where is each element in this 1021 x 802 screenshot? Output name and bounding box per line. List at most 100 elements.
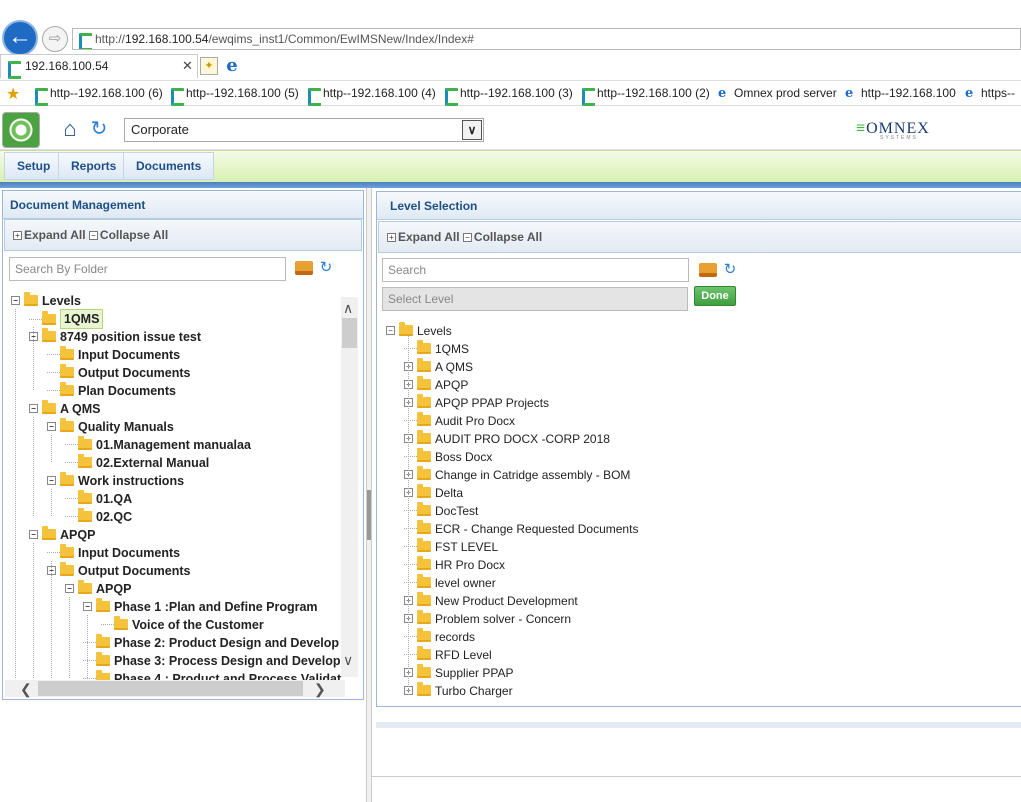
tree-node[interactable]: + Delta bbox=[404, 483, 463, 501]
tree-node[interactable]: + APQP bbox=[404, 375, 468, 393]
favorites-star-icon[interactable]: ★ bbox=[6, 84, 20, 104]
tree-node[interactable]: Input Documents bbox=[47, 543, 180, 561]
favorite-link[interactable]: e https-- bbox=[965, 86, 1015, 101]
tree-node[interactable]: Phase 2: Product Design and Develop bbox=[83, 633, 339, 651]
chevron-down-icon[interactable]: ∨ bbox=[462, 120, 482, 140]
tree-node[interactable]: records bbox=[404, 627, 475, 645]
refresh-icon[interactable]: ↻ bbox=[722, 262, 738, 278]
tree-node[interactable]: − APQP bbox=[29, 525, 95, 543]
splitter-grip[interactable] bbox=[367, 490, 371, 540]
tree-node[interactable]: Audit Pro Docx bbox=[404, 411, 515, 429]
collapse-node-icon[interactable]: − bbox=[83, 602, 92, 612]
tree-node[interactable]: 02.QC bbox=[65, 507, 132, 525]
address-bar[interactable]: http://192.168.100.54/ewqims_inst1/Commo… bbox=[72, 28, 1021, 50]
tree-node[interactable]: Phase 4 : Product and Process Validat bbox=[83, 669, 341, 680]
done-button[interactable]: Done bbox=[694, 286, 736, 306]
tree-node[interactable]: + New Product Development bbox=[404, 591, 578, 609]
folder-search-icon[interactable] bbox=[699, 263, 717, 277]
home-icon[interactable]: ⌂ bbox=[58, 117, 82, 141]
scroll-right-icon[interactable]: ❯ bbox=[314, 681, 326, 697]
tree-node[interactable]: + Change in Catridge assembly - BOM bbox=[404, 465, 630, 483]
collapse-all-button[interactable]: − Collapse All bbox=[88, 228, 168, 242]
tree-node-label: 1QMS bbox=[60, 309, 104, 329]
menu-documents[interactable]: Documents bbox=[123, 152, 215, 180]
collapse-node-icon[interactable]: − bbox=[65, 584, 74, 594]
favorite-link[interactable]: http--192.168.100 (4) bbox=[307, 86, 436, 106]
tree-node[interactable]: − Levels bbox=[11, 291, 81, 309]
scrollbar-thumb[interactable] bbox=[38, 681, 303, 696]
tree-node[interactable]: 1QMS bbox=[29, 309, 104, 329]
tree-node[interactable]: + Turbo Charger bbox=[404, 681, 513, 699]
favorite-link[interactable]: http--192.168.100 (2) bbox=[581, 86, 710, 106]
collapse-node-icon[interactable]: − bbox=[47, 422, 56, 432]
tree-connector bbox=[65, 516, 78, 518]
tree-node[interactable]: + Problem solver - Concern bbox=[404, 609, 571, 627]
tree-node[interactable]: 02.External Manual bbox=[65, 453, 209, 471]
collapse-node-icon[interactable]: − bbox=[29, 404, 38, 414]
tree-connector bbox=[404, 456, 417, 458]
level-search-input[interactable]: Search bbox=[382, 258, 689, 282]
tree-node[interactable]: −8749 position issue test bbox=[29, 327, 201, 345]
back-button[interactable]: ← bbox=[2, 20, 38, 56]
tree-node[interactable]: HR Pro Docx bbox=[404, 555, 505, 573]
favorite-link[interactable]: http--192.168.100 (6) bbox=[34, 86, 163, 106]
menu-setup[interactable]: Setup bbox=[4, 152, 64, 180]
browser-tab[interactable]: 192.168.100.54 bbox=[0, 54, 198, 79]
collapse-all-button[interactable]: − Collapse All bbox=[462, 230, 542, 244]
tree-node[interactable]: ECR - Change Requested Documents bbox=[404, 519, 638, 537]
tree-node[interactable]: FST LEVEL bbox=[404, 537, 498, 555]
tree-node[interactable]: − Levels bbox=[386, 321, 452, 339]
tree-node[interactable]: Output Documents bbox=[47, 363, 191, 381]
folder-search-icon[interactable] bbox=[295, 261, 313, 275]
menu-reports[interactable]: Reports bbox=[58, 152, 130, 180]
tree-node[interactable]: + APQP PPAP Projects bbox=[404, 393, 549, 411]
favorite-link[interactable]: e Omnex prod server bbox=[718, 86, 837, 101]
tree-node[interactable]: RFD Level bbox=[404, 645, 492, 663]
folder-search-input[interactable]: Search By Folder bbox=[9, 257, 286, 281]
tree-node[interactable]: Plan Documents bbox=[47, 381, 176, 399]
tree-node[interactable]: − Output Documents bbox=[47, 561, 191, 579]
scrollbar-thumb[interactable] bbox=[342, 318, 357, 348]
tree-node-label: 01.QA bbox=[96, 491, 133, 506]
favorite-link[interactable]: http--192.168.100 (5) bbox=[170, 86, 299, 106]
expand-all-button[interactable]: + Expand All bbox=[13, 228, 86, 242]
tree-node[interactable]: + AUDIT PRO DOCX -CORP 2018 bbox=[404, 429, 610, 447]
favorite-link[interactable]: e http--192.168.100 bbox=[845, 86, 956, 101]
tree-node[interactable]: − A QMS bbox=[29, 399, 101, 417]
expand-all-button[interactable]: + Expand All bbox=[387, 230, 460, 244]
refresh-icon[interactable]: ↻ bbox=[318, 260, 334, 276]
tree-node[interactable]: 01.QA bbox=[65, 489, 132, 507]
tree-node[interactable]: − APQP bbox=[65, 579, 131, 597]
scroll-down-icon[interactable]: ∨ bbox=[343, 652, 353, 668]
tree-node[interactable]: 01.Management manualaa bbox=[65, 435, 251, 453]
tree-node-label: Phase 2: Product Design and Develop bbox=[114, 635, 340, 650]
tree-node[interactable]: 1QMS bbox=[404, 339, 469, 357]
app-logo-icon[interactable] bbox=[2, 112, 40, 148]
scroll-left-icon[interactable]: ❮ bbox=[20, 681, 32, 697]
tree-node[interactable]: − Work instructions bbox=[47, 471, 184, 489]
refresh-icon[interactable]: ↻ bbox=[88, 117, 110, 141]
corporate-select[interactable]: Corporate bbox=[124, 118, 484, 142]
tree-node[interactable]: Phase 3: Process Design and Develop bbox=[83, 651, 340, 669]
forward-button[interactable]: ⇨ bbox=[42, 26, 68, 52]
tree-node[interactable]: level owner bbox=[404, 573, 496, 591]
tree-node[interactable]: + Supplier PPAP bbox=[404, 663, 514, 681]
scroll-up-icon[interactable]: ∧ bbox=[343, 300, 353, 316]
collapse-node-icon[interactable]: − bbox=[29, 530, 38, 540]
favorite-link[interactable]: http--192.168.100 (3) bbox=[444, 86, 573, 106]
collapse-node-icon[interactable]: − bbox=[47, 476, 56, 486]
collapse-node-icon[interactable]: − bbox=[386, 326, 395, 336]
tree-node[interactable]: − Quality Manuals bbox=[47, 417, 174, 435]
tree-node[interactable]: Input Documents bbox=[47, 345, 180, 363]
tree-node[interactable]: DocTest bbox=[404, 501, 478, 519]
vertical-scrollbar[interactable] bbox=[341, 297, 358, 677]
tree-node[interactable]: + A QMS bbox=[404, 357, 473, 375]
select-level-field[interactable]: Select Level bbox=[382, 287, 688, 311]
tree-node[interactable]: Boss Docx bbox=[404, 447, 492, 465]
ie-logo-icon[interactable]: e bbox=[222, 56, 242, 76]
new-tab-icon[interactable]: ✦ bbox=[200, 57, 218, 75]
tree-node[interactable]: − Phase 1 :Plan and Define Program bbox=[83, 597, 318, 615]
tree-node[interactable]: Voice of the Customer bbox=[101, 615, 264, 633]
collapse-node-icon[interactable]: − bbox=[11, 296, 20, 306]
tab-close-icon[interactable]: ✕ bbox=[182, 58, 193, 74]
